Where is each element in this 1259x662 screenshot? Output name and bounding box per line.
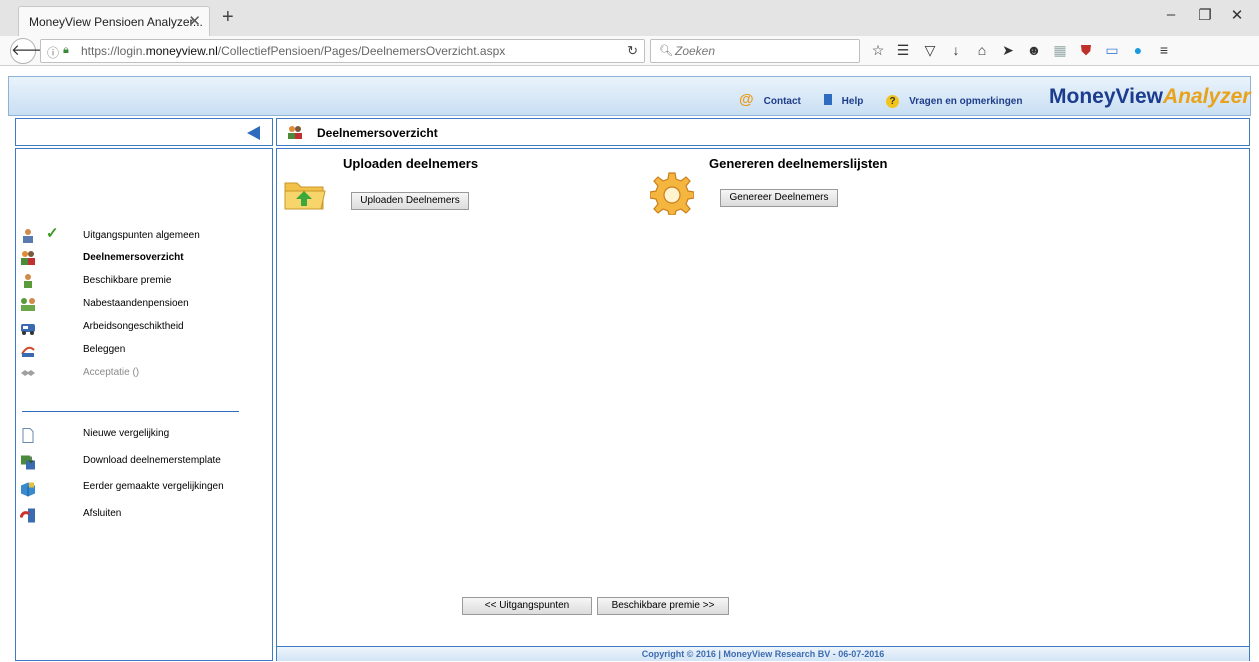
sidebar-item-eerder-gemaakt[interactable]: Eerder gemaakte vergelijkingen [16, 478, 272, 500]
at-icon: @ [739, 91, 754, 108]
logo-accent-text: Analyzer [1162, 85, 1251, 108]
sidebar-item-download-template[interactable]: Download deelnemerstemplate [16, 452, 272, 474]
sidebar-item-label: Beleggen [83, 344, 126, 355]
download-template-icon [21, 455, 35, 470]
download-icon[interactable]: ↓ [946, 42, 966, 58]
handshake-icon [21, 370, 35, 376]
tab-close-icon[interactable]: ✕ [188, 12, 201, 30]
url-path: /CollectiefPensioen/Pages/DeelnemersOver… [217, 44, 506, 58]
sidebar: ✓ Uitgangspunten algemeen Deelnemersover… [15, 148, 273, 661]
sidebar-item-label: Afsluiten [83, 508, 122, 519]
archive-box-icon [21, 482, 35, 497]
participants-icon [288, 126, 302, 139]
sidebar-item-label: Nieuwe vergelijking [83, 428, 170, 439]
moneyview-logo: MoneyViewAnalyzer [1049, 85, 1251, 109]
emoji-icon[interactable]: ☻ [1024, 42, 1044, 58]
sidebar-item-afsluiten[interactable]: Afsluiten [16, 505, 272, 527]
feedback-label: Vragen en opmerkingen [909, 96, 1023, 107]
family-icon [21, 298, 35, 311]
search-placeholder: Zoeken [675, 44, 716, 58]
web-page: @ Contact Help ? Vragen en opmerkingen Mon… [8, 76, 1251, 661]
tab-title: MoneyView Pensioen Analyzer... [29, 15, 203, 29]
sidebar-item-uitgangspunten[interactable]: ✓ Uitgangspunten algemeen [16, 225, 272, 249]
collapse-arrow-icon[interactable] [247, 126, 260, 140]
group-icon [21, 251, 35, 265]
extension-icon[interactable]: ▦ [1050, 42, 1070, 59]
browser-nav-bar: 🡐 ⓘ 🔒︎ https://login.moneyview.nl/Collec… [0, 36, 1259, 66]
pocket-icon[interactable]: ▽ [920, 42, 940, 59]
ambulance-icon [21, 324, 35, 335]
previous-step-button[interactable]: << Uitgangspunten [462, 597, 592, 615]
url-domain: moneyview.nl [145, 44, 218, 58]
address-bar[interactable]: ⓘ 🔒︎ https://login.moneyview.nl/Collecti… [40, 39, 645, 63]
logo-main-text: MoneyView [1049, 85, 1163, 108]
info-icon[interactable]: ⓘ [47, 44, 59, 61]
sidebar-item-label: Arbeidsongeschiktheid [83, 321, 184, 332]
sidebar-item-arbeidsongeschiktheid[interactable]: Arbeidsongeschiktheid [16, 318, 272, 340]
app-header: @ Contact Help ? Vragen en opmerkingen Mon… [8, 76, 1251, 116]
window-close-icon[interactable]: ✕ [1222, 6, 1252, 24]
skype-icon[interactable]: ● [1128, 42, 1148, 58]
genereer-deelnemers-button[interactable]: Genereer Deelnemers [720, 189, 838, 207]
sidebar-item-label: Acceptatie () [83, 367, 140, 378]
url-text: https://login.moneyview.nl/CollectiefPen… [81, 44, 505, 58]
sidebar-item-nabestaandenpensioen[interactable]: Nabestaandenpensioen [16, 295, 272, 317]
person-document-icon [23, 229, 33, 243]
main-content: Uploaden deelnemers Uploaden Deelnemers … [276, 148, 1250, 661]
ublock-icon[interactable]: ⛊ [1076, 42, 1096, 59]
money-person-icon [24, 274, 32, 288]
sidebar-toggle-bar [15, 118, 273, 146]
sidebar-item-acceptatie: Acceptatie () [16, 364, 272, 386]
page-title-bar: Deelnemersoverzicht [276, 118, 1250, 146]
generate-section-title: Genereren deelnemerslijsten [709, 156, 888, 171]
gear-icon [650, 172, 694, 215]
help-label: Help [841, 96, 864, 107]
help-link[interactable]: Help [823, 94, 874, 107]
sidebar-item-deelnemersoverzicht[interactable]: Deelnemersoverzicht [16, 249, 272, 271]
menu-icon[interactable]: ≡ [1154, 42, 1174, 58]
next-step-button[interactable]: Beschikbare premie >> [597, 597, 729, 615]
upload-deelnemers-button[interactable]: Uploaden Deelnemers [351, 192, 469, 210]
restore-icon[interactable]: ❐ [1190, 6, 1220, 24]
investment-icon [21, 346, 35, 357]
bookmark-star-icon[interactable]: ☆ [868, 42, 888, 59]
sidebar-item-beleggen[interactable]: Beleggen [16, 341, 272, 363]
sidebar-item-label: Beschikbare premie [83, 275, 172, 286]
browser-tab-bar: MoneyView Pensioen Analyzer... ✕ + – ❐ ✕ [0, 0, 1259, 36]
search-icon: 🔍︎ [659, 45, 673, 57]
exit-door-icon [20, 508, 35, 523]
question-icon: ? [886, 95, 900, 108]
browser-tab[interactable]: MoneyView Pensioen Analyzer... ✕ [18, 6, 210, 36]
sidebar-item-label: Deelnemersoverzicht [83, 252, 184, 263]
header-links: @ Contact Help ? Vragen en opmerkingen [739, 91, 1042, 108]
book-icon [823, 94, 832, 105]
upload-folder-icon [284, 182, 326, 210]
home-icon[interactable]: ⌂ [972, 42, 992, 58]
upload-section-title: Uploaden deelnemers [343, 156, 479, 171]
sidebar-item-label: Download deelnemerstemplate [83, 455, 221, 466]
sidebar-item-label: Eerder gemaakte vergelijkingen [83, 481, 224, 492]
contact-link[interactable]: @ Contact [739, 91, 811, 108]
checkmark-icon: ✓ [46, 225, 59, 242]
reload-icon[interactable]: ↻ [627, 43, 638, 59]
contact-label: Contact [763, 96, 801, 107]
notes-icon[interactable]: ▭ [1102, 42, 1122, 59]
sidebar-item-label: Nabestaandenpensioen [83, 298, 189, 309]
lock-icon: 🔒︎ [63, 44, 69, 56]
sidebar-item-nieuwe-vergelijking[interactable]: Nieuwe vergelijking [16, 425, 272, 447]
new-tab-icon[interactable]: + [222, 6, 234, 29]
sidebar-divider [22, 411, 239, 412]
sidebar-item-beschikbare-premie[interactable]: Beschikbare premie [16, 272, 272, 294]
footer-copyright: Copyright © 2016 | MoneyView Research BV… [277, 646, 1249, 661]
send-icon[interactable]: ➤ [998, 42, 1018, 59]
page-title: Deelnemersoverzicht [317, 126, 438, 140]
minimize-icon[interactable]: – [1156, 6, 1186, 23]
new-document-icon [22, 428, 34, 443]
back-arrow-icon[interactable]: 🡐 [10, 38, 51, 64]
feedback-link[interactable]: ? Vragen en opmerkingen [886, 95, 1032, 108]
reading-list-icon[interactable]: ☰ [893, 42, 913, 59]
search-input[interactable]: 🔍︎ Zoeken [650, 39, 860, 63]
url-prefix: https://login. [81, 44, 146, 58]
sidebar-item-label: Uitgangspunten algemeen [83, 230, 200, 241]
